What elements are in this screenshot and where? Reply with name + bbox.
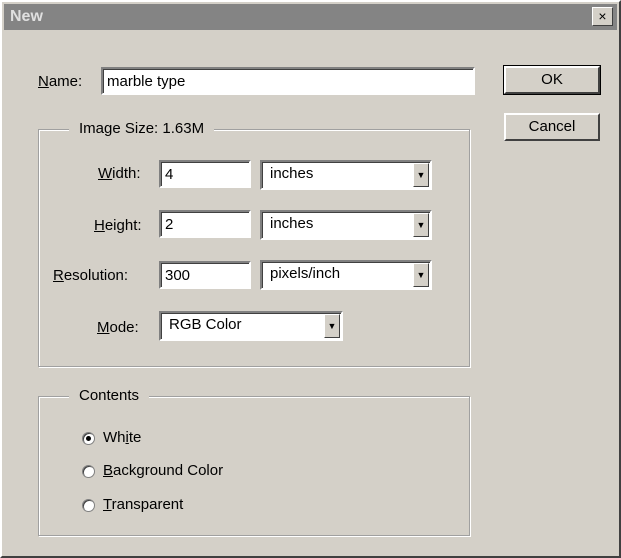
contents-legend: Contents bbox=[69, 387, 150, 404]
resolution-unit-value: pixels/inch bbox=[270, 265, 341, 282]
radio-transparent[interactable]: Transparent bbox=[82, 496, 183, 518]
resolution-input[interactable]: 300 bbox=[159, 261, 251, 289]
height-input[interactable]: 2 bbox=[159, 210, 251, 238]
chevron-down-icon[interactable]: ▼ bbox=[413, 163, 429, 187]
radio-button[interactable] bbox=[82, 431, 95, 445]
title-bar[interactable]: New × bbox=[4, 4, 617, 30]
height-label: Height: bbox=[94, 217, 142, 234]
close-button[interactable]: × bbox=[592, 7, 613, 26]
width-unit-select[interactable]: inches ▼ bbox=[260, 160, 432, 190]
cancel-button[interactable]: Cancel bbox=[504, 113, 600, 141]
close-icon: × bbox=[598, 8, 607, 24]
image-size-legend: Image Size: 1.63M bbox=[69, 120, 215, 137]
mode-select[interactable]: RGB Color ▼ bbox=[159, 311, 343, 341]
width-input[interactable]: 4 bbox=[159, 160, 251, 188]
radio-background-color[interactable]: Background Color bbox=[82, 462, 223, 484]
new-document-dialog: New × Name: marble type OK Cancel Image … bbox=[0, 0, 621, 558]
radio-white[interactable]: White bbox=[82, 429, 141, 451]
chevron-down-icon[interactable]: ▼ bbox=[413, 263, 429, 287]
mode-value: RGB Color bbox=[169, 316, 242, 333]
chevron-down-icon[interactable]: ▼ bbox=[413, 213, 429, 237]
height-unit-select[interactable]: inches ▼ bbox=[260, 210, 432, 240]
window-title: New bbox=[10, 8, 43, 25]
mode-label: Mode: bbox=[97, 319, 139, 336]
ok-button[interactable]: OK bbox=[503, 65, 601, 95]
radio-button[interactable] bbox=[82, 498, 95, 512]
resolution-unit-select[interactable]: pixels/inch ▼ bbox=[260, 260, 432, 290]
name-label: Name: bbox=[38, 73, 83, 90]
name-input[interactable]: marble type bbox=[101, 67, 475, 95]
chevron-down-icon[interactable]: ▼ bbox=[324, 314, 340, 338]
width-unit-value: inches bbox=[270, 165, 314, 182]
height-unit-value: inches bbox=[270, 215, 314, 232]
resolution-label: Resolution: bbox=[53, 267, 129, 284]
radio-button[interactable] bbox=[82, 464, 95, 478]
width-label: Width: bbox=[98, 165, 141, 182]
